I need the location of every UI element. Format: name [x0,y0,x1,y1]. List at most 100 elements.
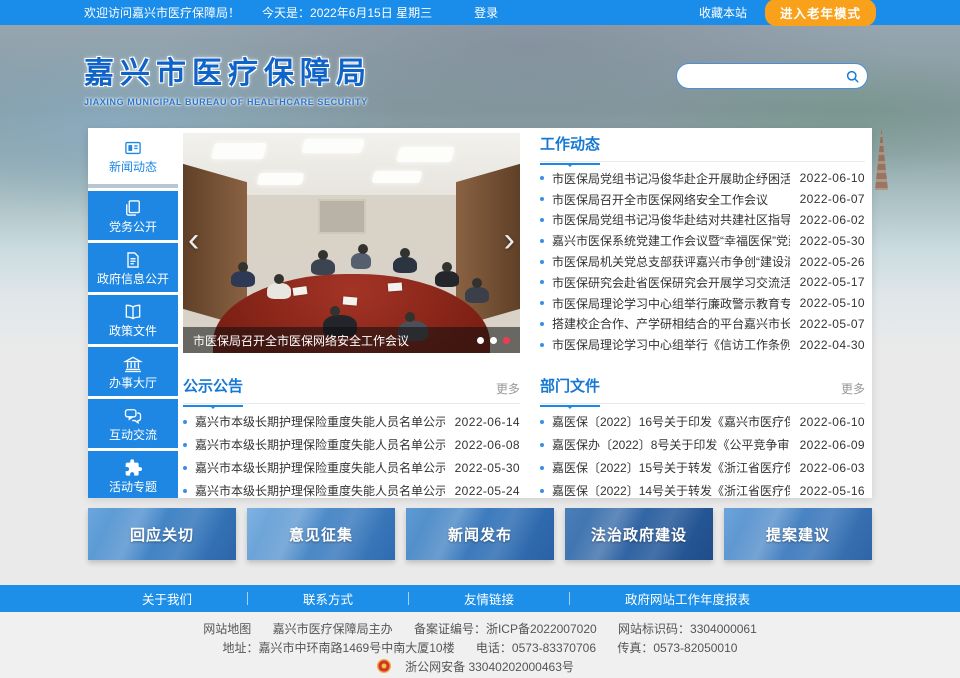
carousel-dot[interactable] [490,337,497,344]
item-title[interactable]: 嘉兴市本级长期护理保险重度失能人员名单公示（2... [195,482,445,498]
bullet-icon [540,301,544,305]
list-item[interactable]: 市医保局机关党总支部获评嘉兴市争创“建设清廉机... 2022-05-26 [540,251,865,272]
banner-label: 新闻发布 [448,524,512,545]
bullet-icon [540,176,544,180]
item-title[interactable]: 市医保局党组书记冯俊华赴结对共建社区指导全国文... [552,211,790,228]
elderly-mode-button[interactable]: 进入老年模式 [765,0,876,26]
item-date: 2022-06-10 [800,171,865,185]
item-title[interactable]: 嘉医保办〔2022〕8号关于印发《公平竞争审查... [552,436,790,453]
list-item[interactable]: 市医保局召开全市医保网络安全工作会议2022-06-07 [540,189,865,210]
item-title[interactable]: 嘉医保〔2022〕14号关于转发《浙江省医疗保... [552,482,790,498]
sidebar-item-label: 新闻动态 [109,161,157,174]
sidebar-item-party-affairs[interactable]: 党务公开 [88,191,178,240]
list-item[interactable]: 嘉医保〔2022〕16号关于印发《嘉兴市医疗保...2022-06-10 [540,410,865,433]
list-item[interactable]: 市医保研究会赴省医保研究会开展学习交流活动2022-05-17 [540,272,865,293]
item-title[interactable]: 嘉兴市医保系统党建工作会议暨“幸福医保”党建联... [552,232,790,249]
list-item[interactable]: 市医保局党组书记冯俊华赴结对共建社区指导全国文...2022-06-02 [540,210,865,231]
more-link[interactable]: 更多 [496,380,520,397]
list-item[interactable]: 嘉医保办〔2022〕8号关于印发《公平竞争审查...2022-06-09 [540,433,865,456]
bullet-icon [183,443,187,447]
divider [247,592,248,605]
search-input[interactable] [677,69,837,83]
favorite-link[interactable]: 收藏本站 [699,4,747,21]
carousel-dot-active[interactable] [503,337,510,344]
sidebar-item-activities[interactable]: 活动专题 [88,451,178,498]
sitemap-link[interactable]: 网站地图 [203,622,251,636]
item-title[interactable]: 市医保局党组书记冯俊华赴企开展助企纾困活动 [552,170,790,187]
copy-icon [123,198,143,218]
date-text: 今天是：2022年6月15日 星期三 [262,4,432,21]
list-item[interactable]: 搭建校企合作、产学研相结合的平台嘉兴市长期护理...2022-05-07 [540,314,865,335]
sidebar-item-interaction[interactable]: 互动交流 [88,399,178,448]
photo-shape [388,283,403,292]
sidebar-item-gov-info[interactable]: 政府信息公开 [88,243,178,292]
banner-row: 回应关切 意见征集 新闻发布 法治政府建设 提案建议 [88,508,872,560]
sidebar-item-service-hall[interactable]: 办事大厅 [88,347,178,396]
work-list: 市医保局党组书记冯俊华赴企开展助企纾困活动 2022-06-10 市医保局召开全市… [540,168,865,355]
sidebar-item-label: 党务公开 [109,221,157,234]
list-item[interactable]: 市医保局党组书记冯俊华赴企开展助企纾困活动 2022-06-10 [540,168,865,189]
book-icon [123,302,143,322]
list-item[interactable]: 嘉兴市本级长期护理保险重度失能人员名单公示（2...2022-05-24 [183,479,520,498]
footnav-contact[interactable]: 联系方式 [303,589,353,608]
list-item[interactable]: 嘉医保〔2022〕14号关于转发《浙江省医疗保...2022-05-16 [540,479,865,498]
item-title[interactable]: 市医保局理论学习中心组举行《信访工作条例》专题... [552,336,790,353]
login-link[interactable]: 登录 [474,4,498,21]
list-item[interactable]: 市医保局理论学习中心组举行廉政警示教育专题学习...2022-05-10 [540,293,865,314]
sidebar-item-policy-files[interactable]: 政策文件 [88,295,178,344]
section-notices: 公示公告 更多 嘉兴市本级长期护理保险重度失能人员名单公示（2...2022-0… [183,375,520,498]
footnav-about[interactable]: 关于我们 [142,589,192,608]
list-item[interactable]: 嘉兴市本级长期护理保险重度失能人员名单公示（2...2022-06-08 [183,433,520,456]
footnav-friend-links[interactable]: 友情链接 [464,589,514,608]
more-link[interactable]: 更多 [841,380,865,397]
item-title[interactable]: 市医保局理论学习中心组举行廉政警示教育专题学习... [552,295,790,312]
banner-news-release[interactable]: 新闻发布 [406,508,554,560]
item-title[interactable]: 搭建校企合作、产学研相结合的平台嘉兴市长期护理... [552,315,790,332]
list-item[interactable]: 嘉兴市医保系统党建工作会议暨“幸福医保”党建联...2022-05-30 [540,230,865,251]
banner-opinion-collection[interactable]: 意见征集 [247,508,395,560]
search-icon [845,69,860,84]
sidebar-item-label: 办事大厅 [109,377,157,390]
carousel[interactable]: ‹ › 市医保局召开全市医保网络安全工作会议 [183,133,520,353]
item-date: 2022-05-26 [800,255,865,269]
item-title[interactable]: 嘉兴市本级长期护理保险重度失能人员名单公示（2... [195,436,445,453]
photo-shape [231,271,255,287]
sidebar: 新闻动态 党务公开 政府信息公开 [88,128,178,498]
site-subtitle: JIAXING MUNICIPAL BUREAU OF HEALTHCARE S… [84,97,372,107]
item-title[interactable]: 嘉医保〔2022〕16号关于印发《嘉兴市医疗保... [552,413,790,430]
item-date: 2022-04-30 [800,338,865,352]
sidebar-item-label: 政府信息公开 [97,273,169,286]
document-icon [123,250,143,270]
banner-respond-concerns[interactable]: 回应关切 [88,508,236,560]
photo-shape [351,253,371,269]
item-title[interactable]: 嘉兴市本级长期护理保险重度失能人员名单公示（2... [195,413,445,430]
bullet-icon [183,420,187,424]
list-item[interactable]: 嘉医保〔2022〕15号关于转发《浙江省医疗保...2022-06-03 [540,456,865,479]
list-item[interactable]: 嘉兴市本级长期护理保险重度失能人员名单公示（2...2022-06-14 [183,410,520,433]
carousel-dot[interactable] [477,337,484,344]
phone-text: 电话：0573-83370706 [476,641,596,655]
banner-proposals[interactable]: 提案建议 [724,508,872,560]
bullet-icon [540,489,544,493]
item-title[interactable]: 嘉医保〔2022〕15号关于转发《浙江省医疗保... [552,459,790,476]
sidebar-item-news[interactable]: 新闻动态 [88,128,178,184]
carousel-next-arrow[interactable]: › [504,225,515,255]
item-title[interactable]: 市医保局机关党总支部获评嘉兴市争创“建设清廉机... [552,253,790,270]
list-item[interactable]: 市医保局理论学习中心组举行《信访工作条例》专题... 2022-04-30 [540,334,865,355]
footnav-annual-report[interactable]: 政府网站工作年度报表 [625,589,750,608]
carousel-prev-arrow[interactable]: ‹ [188,225,199,255]
police-record-link[interactable]: 浙公网安备 33040202000463号 [405,660,574,674]
item-title[interactable]: 嘉兴市本级长期护理保险重度失能人员名单公示（2... [195,459,445,476]
page: 欢迎访问嘉兴市医疗保障局！ 今天是：2022年6月15日 星期三 登录 收藏本站… [0,0,960,678]
list-item[interactable]: 嘉兴市本级长期护理保险重度失能人员名单公示（2...2022-05-30 [183,456,520,479]
bullet-icon [540,218,544,222]
carousel-caption: 市医保局召开全市医保网络安全工作会议 [193,332,469,349]
bullet-icon [540,322,544,326]
item-title[interactable]: 市医保研究会赴省医保研究会开展学习交流活动 [552,274,790,291]
search-button[interactable] [837,64,867,88]
item-title[interactable]: 市医保局召开全市医保网络安全工作会议 [552,191,790,208]
puzzle-icon [123,458,143,478]
banner-rule-of-law[interactable]: 法治政府建设 [565,508,713,560]
bullet-icon [540,280,544,284]
footer-line-3: 浙公网安备 33040202000463号 [0,658,960,677]
